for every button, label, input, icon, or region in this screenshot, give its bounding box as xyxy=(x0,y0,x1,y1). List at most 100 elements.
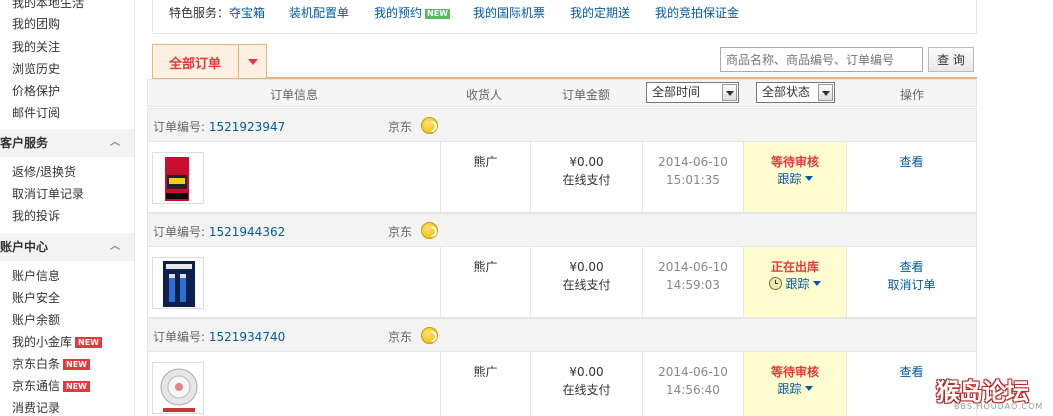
status-cell: 正在出库 跟踪 xyxy=(744,247,847,317)
link-label: 我的预约 xyxy=(374,6,423,20)
product-cell xyxy=(148,352,441,416)
service-treasure-box[interactable]: 夺宝箱 xyxy=(229,4,265,21)
sidebar-item-baitiao[interactable]: 京东白条 NEW xyxy=(12,355,90,372)
order-number-label: 订单编号: xyxy=(153,330,206,344)
order-row: 熊广 ¥0.00 在线支付 2014-06-10 14:59:03 正在出库 跟… xyxy=(147,247,977,318)
time-cell: 2014-06-10 14:56:40 xyxy=(643,352,744,416)
receiver-name: 熊广 xyxy=(473,155,498,169)
order-number-link[interactable]: 1521944362 xyxy=(209,225,285,239)
status-filter-select[interactable]: 全部状态 xyxy=(756,82,835,103)
order-status: 等待审核 xyxy=(770,365,819,379)
sidebar-item-returns[interactable]: 返修/退换货 xyxy=(12,163,76,180)
header-order-info: 订单信息 xyxy=(270,88,319,102)
service-scheduled-delivery[interactable]: 我的定期送 xyxy=(570,4,630,21)
search-button[interactable]: 查 询 xyxy=(928,47,974,72)
watermark-url: BBS.HOUDAO.COM xyxy=(954,402,1044,411)
sidebar-item-local-life[interactable]: 我的本地生活 xyxy=(12,0,84,11)
order-status: 等待审核 xyxy=(770,155,819,169)
status-cell: 等待审核 跟踪 xyxy=(744,352,847,416)
sidebar-item-follow[interactable]: 我的关注 xyxy=(12,38,60,55)
time-filter-select[interactable]: 全部时间 xyxy=(646,82,739,103)
service-intl-flights[interactable]: 我的国际机票 xyxy=(473,4,545,21)
order-amount: ¥0.00 xyxy=(569,155,604,169)
product-cell xyxy=(148,247,441,317)
track-link-wrap: 跟踪 xyxy=(744,380,846,398)
product-thumbnail[interactable] xyxy=(152,257,204,309)
chevron-up-icon: ︿ xyxy=(110,241,120,252)
order-date: 2014-06-10 xyxy=(658,260,728,274)
tab-dropdown[interactable] xyxy=(238,45,267,78)
sidebar-item-email-subscribe[interactable]: 邮件订阅 xyxy=(12,104,60,121)
service-auction-deposit[interactable]: 我的竞拍保证金 xyxy=(655,4,739,21)
track-link-wrap: 跟踪 xyxy=(744,275,846,293)
order-amount: ¥0.00 xyxy=(569,365,604,379)
tab-all-orders[interactable]: 全部订单 xyxy=(152,44,267,78)
sidebar-item-history[interactable]: 浏览历史 xyxy=(12,60,60,77)
sidebar-item-telecom[interactable]: 京东通信 NEW xyxy=(12,377,90,394)
view-link[interactable]: 查看 xyxy=(847,153,976,171)
order-date: 2014-06-10 xyxy=(658,155,728,169)
service-reservation[interactable]: 我的预约 NEW xyxy=(374,4,450,21)
select-value: 全部时间 xyxy=(652,85,701,99)
shop-name: 京东 xyxy=(388,120,413,134)
track-label: 跟踪 xyxy=(785,277,810,291)
shop-name: 京东 xyxy=(388,330,413,344)
payment-method: 在线支付 xyxy=(562,383,611,397)
view-link[interactable]: 查看 xyxy=(847,258,976,276)
order-number-label: 订单编号: xyxy=(153,120,206,134)
triangle-down-icon xyxy=(804,176,813,181)
amount-cell: ¥0.00 在线支付 xyxy=(531,247,643,317)
track-label: 跟踪 xyxy=(777,172,802,186)
sidebar-item-price-protect[interactable]: 价格保护 xyxy=(12,82,60,99)
sidebar-item-account-info[interactable]: 账户信息 xyxy=(12,267,60,284)
new-badge: NEW xyxy=(63,359,90,370)
sidebar-item-complaints[interactable]: 我的投诉 xyxy=(12,207,60,224)
sidebar-item-consumption[interactable]: 消费记录 xyxy=(12,399,60,416)
action-cell: 查看 xyxy=(847,142,976,212)
track-link[interactable]: 跟踪 xyxy=(785,277,821,291)
item-label: 京东白条 xyxy=(12,357,61,371)
item-label: 京东通信 xyxy=(12,379,61,393)
table-header: 订单信息 收货人 订单金额 全部时间 全部状态 操作 xyxy=(147,79,977,107)
time-cell: 2014-06-10 14:59:03 xyxy=(643,247,744,317)
search-input[interactable] xyxy=(720,47,923,72)
chevron-up-icon: ︿ xyxy=(110,137,120,148)
sidebar-item-group-buy[interactable]: 我的团购 xyxy=(12,15,60,32)
new-badge: NEW xyxy=(75,337,102,348)
dropdown-arrow-icon xyxy=(818,84,833,101)
product-thumbnail[interactable] xyxy=(152,362,204,414)
product-thumbnail[interactable] xyxy=(152,152,204,204)
order-number-link[interactable]: 1521923947 xyxy=(209,120,285,134)
select-value: 全部状态 xyxy=(762,85,811,99)
order-number-link[interactable]: 1521934740 xyxy=(209,330,285,344)
jd-bean-icon[interactable] xyxy=(421,222,438,239)
product-cell xyxy=(148,142,441,212)
order-date: 2014-06-10 xyxy=(658,365,728,379)
receiver-name: 熊广 xyxy=(473,260,498,274)
services-bar: 特色服务： 夺宝箱 装机配置单 我的预约 NEW 我的国际机票 我的定期送 我的竞… xyxy=(152,0,977,34)
order-header: 订单编号: 1521923947 京东 xyxy=(147,108,977,142)
sidebar-item-vault[interactable]: 我的小金库 NEW xyxy=(12,333,102,350)
order-header: 订单编号: 1521944362 京东 xyxy=(147,213,977,247)
service-pc-config[interactable]: 装机配置单 xyxy=(289,4,349,21)
amount-cell: ¥0.00 在线支付 xyxy=(531,142,643,212)
track-link[interactable]: 跟踪 xyxy=(777,172,813,186)
order-header: 订单编号: 1521934740 京东 xyxy=(147,318,977,352)
track-link[interactable]: 跟踪 xyxy=(777,382,813,396)
cancel-order-link[interactable]: 取消订单 xyxy=(847,276,976,294)
sidebar-section-customer-service[interactable]: 客户服务 ︿ xyxy=(0,129,134,157)
order-time: 14:56:40 xyxy=(666,383,720,397)
amount-cell: ¥0.00 在线支付 xyxy=(531,352,643,416)
sidebar-item-account-security[interactable]: 账户安全 xyxy=(12,289,60,306)
jd-bean-icon[interactable] xyxy=(421,327,438,344)
sidebar-section-account-center[interactable]: 账户中心 ︿ xyxy=(0,233,134,261)
sidebar-item-account-balance[interactable]: 账户余额 xyxy=(12,311,60,328)
services-label: 特色服务： xyxy=(169,6,230,20)
shop-name: 京东 xyxy=(388,225,413,239)
payment-method: 在线支付 xyxy=(562,173,611,187)
jd-bean-icon[interactable] xyxy=(421,117,438,134)
sidebar-item-cancel-records[interactable]: 取消订单记录 xyxy=(12,185,84,202)
header-action: 操作 xyxy=(900,88,925,102)
status-cell: 等待审核 跟踪 xyxy=(744,142,847,212)
header-amount: 订单金额 xyxy=(562,88,611,102)
